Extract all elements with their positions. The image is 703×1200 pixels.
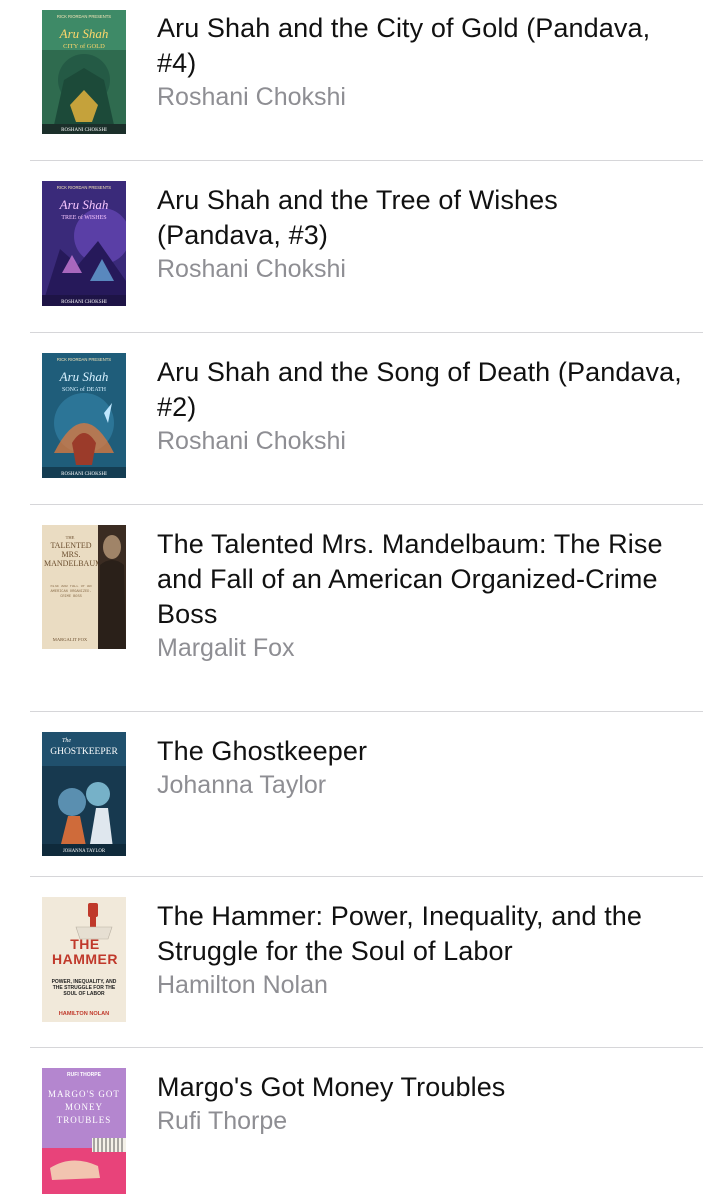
cover-title-text: Aru Shah — [59, 369, 109, 384]
book-title: The Ghostkeeper — [157, 736, 368, 766]
book-info: The Ghostkeeper Johanna Taylor — [157, 734, 689, 801]
cover-title-text: Aru Shah — [59, 197, 109, 212]
book-title: Aru Shah and the City of Gold (Pandava, … — [157, 13, 651, 78]
book-author: Roshani Chokshi — [157, 427, 346, 455]
cover-title-text: TALENTED MRS. MANDELBAUM — [44, 541, 98, 568]
cover-top-text: RICK RIORDAN PRESENTS — [57, 357, 111, 362]
book-author: Roshani Chokshi — [157, 255, 346, 283]
cover-top-text: The — [62, 738, 71, 744]
book-title: Aru Shah and the Tree of Wishes (Pandava… — [157, 185, 558, 250]
book-author: Margalit Fox — [157, 634, 295, 662]
book-list: RICK RIORDAN PRESENTS Aru Shah CITY of G… — [0, 0, 703, 1200]
cover-title-text: THE HAMMER — [52, 937, 118, 967]
book-title: Margo's Got Money Troubles — [157, 1072, 506, 1102]
cover-byline-text: MARGALIT FOX — [53, 637, 88, 642]
book-row[interactable]: RICK RIORDAN PRESENTS Aru Shah TREE of W… — [0, 161, 703, 333]
book-cover-the-hammer[interactable]: THE HAMMER POWER, INEQUALITY, AND THE ST… — [42, 897, 126, 1022]
book-author: Johanna Taylor — [157, 771, 327, 799]
cover-byline-text: ROSHANI CHOKSHI — [61, 472, 107, 477]
book-cover-ghostkeeper[interactable]: The GHOSTKEEPER JOHANNA TAYLOR — [42, 732, 126, 856]
book-cover-talented-mrs-mandelbaum[interactable]: THE TALENTED MRS. MANDELBAUM RISE AND FA… — [42, 525, 126, 649]
cover-byline-text: ROSHANI CHOKSHI — [61, 128, 107, 133]
cover-title-text: GHOSTKEEPER — [50, 747, 118, 757]
cover-title-text: MARGO'S GOT MONEY TROUBLES — [48, 1089, 120, 1125]
book-info: Aru Shah and the Tree of Wishes (Pandava… — [157, 183, 689, 285]
book-info: Aru Shah and the City of Gold (Pandava, … — [157, 11, 689, 113]
book-author: Roshani Chokshi — [157, 83, 346, 111]
cover-subtitle-text: SONG of DEATH — [62, 386, 107, 393]
book-author: Rufi Thorpe — [157, 1107, 288, 1135]
book-title: The Talented Mrs. Mandelbaum: The Rise a… — [157, 529, 663, 629]
book-info: The Hammer: Power, Inequality, and the S… — [157, 899, 689, 1001]
cover-byline-text: JOHANNA TAYLOR — [63, 849, 106, 854]
book-cover-aru-shah-song-of-death[interactable]: RICK RIORDAN PRESENTS Aru Shah SONG of D… — [42, 353, 126, 478]
cover-top-text: RICK RIORDAN PRESENTS — [57, 185, 111, 190]
book-author: Hamilton Nolan — [157, 971, 328, 999]
cover-subtitle-text: RISE AND FALL OF AN AMERICAN ORGANIZED-C… — [50, 585, 92, 599]
cover-byline-text: HAMILTON NOLAN — [59, 1011, 109, 1017]
cover-top-text: THE — [66, 535, 75, 540]
book-row[interactable]: RICK RIORDAN PRESENTS Aru Shah SONG of D… — [0, 333, 703, 505]
book-row[interactable]: THE TALENTED MRS. MANDELBAUM RISE AND FA… — [0, 505, 703, 712]
book-info: Aru Shah and the Song of Death (Pandava,… — [157, 355, 689, 457]
book-title: Aru Shah and the Song of Death (Pandava,… — [157, 357, 682, 422]
cover-top-text: RICK RIORDAN PRESENTS — [57, 14, 111, 19]
book-cover-aru-shah-city-of-gold[interactable]: RICK RIORDAN PRESENTS Aru Shah CITY of G… — [42, 10, 126, 134]
book-cover-margos-got-money-troubles[interactable]: RUFI THORPE MARGO'S GOT MONEY TROUBLES — [42, 1068, 126, 1194]
book-row[interactable]: The GHOSTKEEPER JOHANNA TAYLOR The Ghost… — [0, 712, 703, 877]
book-row[interactable]: RICK RIORDAN PRESENTS Aru Shah CITY of G… — [0, 0, 703, 161]
cover-subtitle-text: POWER, INEQUALITY, AND THE STRUGGLE FOR … — [51, 979, 117, 997]
cover-subtitle-text: TREE of WISHES — [61, 214, 106, 221]
book-row[interactable]: THE HAMMER POWER, INEQUALITY, AND THE ST… — [0, 877, 703, 1048]
book-info: The Talented Mrs. Mandelbaum: The Rise a… — [157, 527, 689, 664]
book-title: The Hammer: Power, Inequality, and the S… — [157, 901, 643, 966]
book-cover-aru-shah-tree-of-wishes[interactable]: RICK RIORDAN PRESENTS Aru Shah TREE of W… — [42, 181, 126, 306]
cover-title-text: Aru Shah — [59, 26, 109, 41]
cover-subtitle-text: CITY of GOLD — [63, 43, 105, 50]
book-row[interactable]: RUFI THORPE MARGO'S GOT MONEY TROUBLES M… — [0, 1048, 703, 1200]
cover-top-text: RUFI THORPE — [67, 1072, 102, 1078]
cover-byline-text: ROSHANI CHOKSHI — [61, 300, 107, 305]
book-info: Margo's Got Money Troubles Rufi Thorpe — [157, 1070, 689, 1137]
